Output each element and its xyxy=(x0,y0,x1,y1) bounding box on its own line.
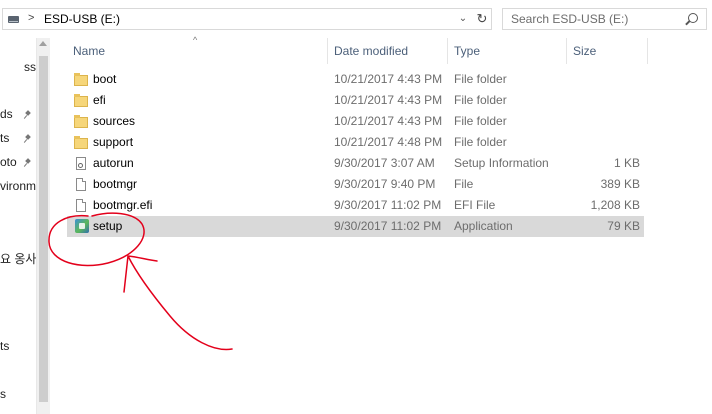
column-divider[interactable] xyxy=(447,38,448,64)
folder-icon xyxy=(74,136,88,149)
breadcrumb-separator-icon[interactable]: > xyxy=(28,12,34,24)
arrow-annotation xyxy=(123,255,233,351)
folder-icon xyxy=(74,94,88,107)
file-type: Setup Information xyxy=(454,156,549,170)
folder-icon xyxy=(74,115,88,128)
navigation-pane: ss ds ts oto vironm 요 옹사 ts s xyxy=(0,38,36,414)
nav-item-label: 요 옹사 xyxy=(0,252,36,266)
scroll-up-arrow-icon[interactable] xyxy=(39,41,47,46)
nav-item-downloads[interactable]: ds xyxy=(0,107,13,121)
address-history-dropdown-icon[interactable]: ⌄ xyxy=(456,11,470,27)
column-divider[interactable] xyxy=(327,38,328,64)
file-date-modified: 10/21/2017 4:43 PM xyxy=(334,93,443,107)
column-header-type[interactable]: Type xyxy=(454,38,480,64)
nav-item-label: ss xyxy=(24,60,36,74)
file-size: 79 KB xyxy=(607,219,640,233)
address-toolbar: > ESD-USB (E:) ⌄ ↻ Search ESD-USB (E:) xyxy=(0,0,712,38)
file-name: bootmgr xyxy=(93,177,138,191)
file-date-modified: 10/21/2017 4:43 PM xyxy=(334,72,443,86)
column-header-size[interactable]: Size xyxy=(573,38,596,64)
file-row-selected[interactable]: setup 9/30/2017 11:02 PM Application 79 … xyxy=(67,216,644,237)
file-size: 1 KB xyxy=(613,156,640,170)
address-bar[interactable]: > ESD-USB (E:) ⌄ ↻ xyxy=(2,8,492,30)
column-header-date-modified[interactable]: Date modified xyxy=(334,38,408,64)
file-size: 1,208 KB xyxy=(590,198,640,212)
file-date-modified: 9/30/2017 9:40 PM xyxy=(334,177,436,191)
file-row[interactable]: efi 10/21/2017 4:43 PM File folder xyxy=(67,90,644,111)
nav-item-label: oto xyxy=(0,155,17,169)
pin-icon[interactable] xyxy=(24,159,31,166)
file-type: File xyxy=(454,177,474,191)
column-divider[interactable] xyxy=(566,38,567,64)
file-name: boot xyxy=(93,72,117,86)
file-date-modified: 10/21/2017 4:48 PM xyxy=(334,135,443,149)
nav-item-documents[interactable]: ts xyxy=(0,131,9,145)
file-row[interactable]: bootmgr.efi 9/30/2017 11:02 PM EFI File … xyxy=(67,195,644,216)
pin-icon[interactable] xyxy=(24,111,31,118)
application-icon xyxy=(75,219,89,233)
nav-item-label: ts xyxy=(0,339,10,353)
file-row[interactable]: boot 10/21/2017 4:43 PM File folder xyxy=(67,69,644,90)
file-type: File folder xyxy=(454,135,507,149)
setup-info-icon xyxy=(76,157,86,170)
nav-item-korean-folder[interactable]: 요 옹사 xyxy=(0,250,36,267)
search-input[interactable]: Search ESD-USB (E:) xyxy=(511,12,628,26)
nav-item-environment[interactable]: vironm xyxy=(0,179,36,193)
file-type: EFI File xyxy=(454,198,496,212)
file-type: Application xyxy=(454,219,513,233)
file-icon xyxy=(76,178,86,191)
file-type: File folder xyxy=(454,93,507,107)
nav-item-photos[interactable]: oto xyxy=(0,155,17,169)
nav-item-tests[interactable]: ts xyxy=(0,339,9,353)
column-header-name[interactable]: Name xyxy=(73,38,105,64)
folder-icon xyxy=(74,73,88,86)
file-name: bootmgr.efi xyxy=(93,198,153,212)
nav-item-s[interactable]: s xyxy=(0,387,6,401)
pin-icon[interactable] xyxy=(24,135,31,142)
file-row[interactable]: autorun 9/30/2017 3:07 AM Setup Informat… xyxy=(67,153,644,174)
nav-item-label: vironm xyxy=(0,179,36,193)
scrollbar-thumb[interactable] xyxy=(39,56,48,402)
file-row[interactable]: bootmgr 9/30/2017 9:40 PM File 389 KB xyxy=(67,174,644,195)
file-date-modified: 10/21/2017 4:43 PM xyxy=(334,114,443,128)
file-date-modified: 9/30/2017 11:02 PM xyxy=(334,219,442,233)
file-row[interactable]: sources 10/21/2017 4:43 PM File folder xyxy=(67,111,644,132)
nav-item-label: s xyxy=(0,387,6,401)
file-row[interactable]: support 10/21/2017 4:48 PM File folder xyxy=(67,132,644,153)
nav-pane-scrollbar[interactable] xyxy=(36,38,50,414)
search-box[interactable]: Search ESD-USB (E:) xyxy=(502,8,707,30)
file-type: File folder xyxy=(454,72,507,86)
sort-ascending-icon: ^ xyxy=(193,35,198,45)
refresh-icon[interactable]: ↻ xyxy=(475,11,489,27)
file-type: File folder xyxy=(454,114,507,128)
column-header-row: ^ Name Date modified Type Size xyxy=(50,35,712,64)
nav-item-label: ts xyxy=(0,131,10,145)
file-date-modified: 9/30/2017 11:02 PM xyxy=(334,198,442,212)
nav-item-label: ds xyxy=(0,107,13,121)
search-icon[interactable] xyxy=(688,13,698,23)
file-name: efi xyxy=(93,93,106,107)
nav-item-quick-access[interactable]: ss xyxy=(24,60,36,74)
breadcrumb-location[interactable]: ESD-USB (E:) xyxy=(44,12,120,26)
file-name: setup xyxy=(93,219,123,233)
usb-drive-icon xyxy=(8,16,19,23)
column-divider[interactable] xyxy=(647,38,648,64)
file-name: support xyxy=(93,135,134,149)
file-size: 389 KB xyxy=(600,177,640,191)
file-icon xyxy=(76,199,86,212)
file-name: sources xyxy=(93,114,136,128)
file-date-modified: 9/30/2017 3:07 AM xyxy=(334,156,435,170)
file-name: autorun xyxy=(93,156,134,170)
